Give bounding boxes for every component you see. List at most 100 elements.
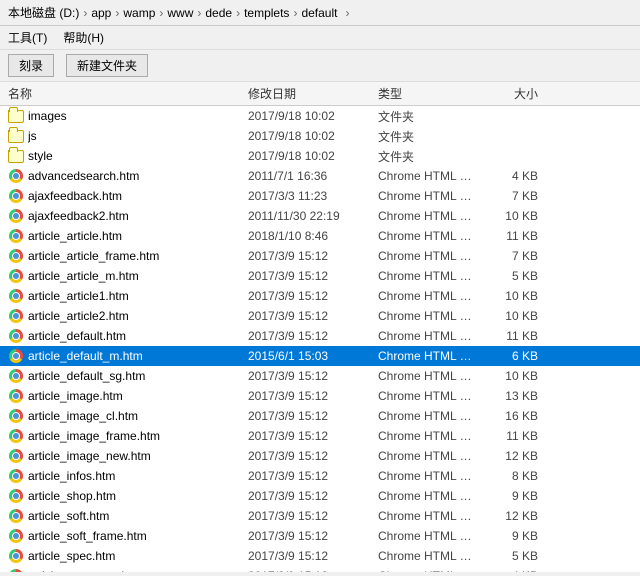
tools-menu[interactable]: 工具(T)	[8, 29, 47, 46]
file-size: 4 KB	[478, 169, 538, 183]
file-size: 5 KB	[478, 549, 538, 563]
file-name: article_soft_frame.htm	[28, 529, 248, 543]
table-row[interactable]: article_default_m.htm2015/6/1 15:03Chrom…	[0, 346, 640, 366]
path-segment: templets	[244, 6, 289, 20]
path-arrow: ›	[345, 6, 349, 20]
file-size: 8 KB	[478, 469, 538, 483]
file-name: article_article_m.htm	[28, 269, 248, 283]
path-segment: default	[301, 6, 337, 20]
file-size: 11 KB	[478, 429, 538, 443]
file-size: 10 KB	[478, 289, 538, 303]
file-date: 2017/3/9 15:12	[248, 529, 378, 543]
file-name: article_article_frame.htm	[28, 249, 248, 263]
path-segment: app	[91, 6, 111, 20]
file-size: 7 KB	[478, 249, 538, 263]
chrome-icon	[8, 468, 24, 484]
file-date: 2017/3/9 15:12	[248, 289, 378, 303]
file-size: 10 KB	[478, 369, 538, 383]
file-name: article_image_new.htm	[28, 449, 248, 463]
delete-button[interactable]: 刻录	[8, 54, 54, 77]
file-type: Chrome HTML D...	[378, 449, 478, 463]
col-header-name[interactable]: 名称	[8, 85, 248, 102]
col-header-size[interactable]: 大小	[478, 85, 538, 102]
path-segment: 本地磁盘 (D:)	[8, 4, 79, 21]
table-row[interactable]: article_article_frame.htm2017/3/9 15:12C…	[0, 246, 640, 266]
file-name: article_default_sg.htm	[28, 369, 248, 383]
file-name: article_article.htm	[28, 229, 248, 243]
table-row[interactable]: article_spec.htm2017/3/9 15:12Chrome HTM…	[0, 546, 640, 566]
file-type: Chrome HTML D...	[378, 429, 478, 443]
table-row[interactable]: article_image.htm2017/3/9 15:12Chrome HT…	[0, 386, 640, 406]
chrome-icon	[8, 268, 24, 284]
file-date: 2017/3/9 15:12	[248, 409, 378, 423]
table-row[interactable]: ajaxfeedback2.htm2011/11/30 22:19Chrome …	[0, 206, 640, 226]
file-name: article_article1.htm	[28, 289, 248, 303]
file-size: 7 KB	[478, 189, 538, 203]
file-type: Chrome HTML D...	[378, 189, 478, 203]
table-row[interactable]: ajaxfeedback.htm2017/3/3 11:23Chrome HTM…	[0, 186, 640, 206]
table-row[interactable]: article_default_sg.htm2017/3/9 15:12Chro…	[0, 366, 640, 386]
file-type: 文件夹	[378, 148, 478, 165]
file-date: 2017/3/9 15:12	[248, 489, 378, 503]
file-type: Chrome HTML D...	[378, 169, 478, 183]
file-date: 2017/3/9 15:12	[248, 309, 378, 323]
col-header-type[interactable]: 类型	[378, 85, 478, 102]
file-date: 2017/3/9 15:12	[248, 249, 378, 263]
table-row[interactable]: article_article_m.htm2017/3/9 15:12Chrom…	[0, 266, 640, 286]
address-bar: 本地磁盘 (D:) › app › wamp › www › dede › te…	[0, 0, 640, 26]
file-size: 4 KB	[478, 569, 538, 572]
chrome-icon	[8, 348, 24, 364]
chrome-icon	[8, 508, 24, 524]
file-type: Chrome HTML D...	[378, 469, 478, 483]
file-type: Chrome HTML D...	[378, 229, 478, 243]
table-row[interactable]: js2017/9/18 10:02文件夹	[0, 126, 640, 146]
table-row[interactable]: article_article.htm2018/1/10 8:46Chrome …	[0, 226, 640, 246]
chrome-icon	[8, 548, 24, 564]
table-row[interactable]: article_soft_frame.htm2017/3/9 15:12Chro…	[0, 526, 640, 546]
table-row[interactable]: article_article1.htm2017/3/9 15:12Chrome…	[0, 286, 640, 306]
table-row[interactable]: article_article2.htm2017/3/9 15:12Chrome…	[0, 306, 640, 326]
table-row[interactable]: article_image_new.htm2017/3/9 15:12Chrom…	[0, 446, 640, 466]
file-name: article_infos.htm	[28, 469, 248, 483]
path-sep: ›	[159, 6, 163, 20]
table-row[interactable]: article_soft.htm2017/3/9 15:12Chrome HTM…	[0, 506, 640, 526]
file-size: 9 KB	[478, 529, 538, 543]
table-row[interactable]: advancedsearch.htm2011/7/1 16:36Chrome H…	[0, 166, 640, 186]
table-row[interactable]: article_shop.htm2017/3/9 15:12Chrome HTM…	[0, 486, 640, 506]
table-row[interactable]: article_default.htm2017/3/9 15:12Chrome …	[0, 326, 640, 346]
chrome-icon	[8, 168, 24, 184]
chrome-icon	[8, 228, 24, 244]
file-type: Chrome HTML D...	[378, 309, 478, 323]
file-size: 10 KB	[478, 209, 538, 223]
file-type: Chrome HTML D...	[378, 569, 478, 572]
file-date: 2017/3/9 15:12	[248, 449, 378, 463]
folder-icon	[8, 108, 24, 124]
table-row[interactable]: images2017/9/18 10:02文件夹	[0, 106, 640, 126]
file-type: Chrome HTML D...	[378, 209, 478, 223]
file-date: 2017/3/9 15:12	[248, 389, 378, 403]
file-name: article_spec.htm	[28, 549, 248, 563]
file-name: article_article2.htm	[28, 309, 248, 323]
file-size: 13 KB	[478, 389, 538, 403]
col-header-date[interactable]: 修改日期	[248, 85, 378, 102]
table-row[interactable]: article_image_frame.htm2017/3/9 15:12Chr…	[0, 426, 640, 446]
table-row[interactable]: article_infos.htm2017/3/9 15:12Chrome HT…	[0, 466, 640, 486]
file-type: Chrome HTML D...	[378, 349, 478, 363]
chrome-icon	[8, 448, 24, 464]
chrome-icon	[8, 308, 24, 324]
table-row[interactable]: style2017/9/18 10:02文件夹	[0, 146, 640, 166]
help-menu[interactable]: 帮助(H)	[63, 29, 104, 46]
new-folder-button[interactable]: 新建文件夹	[66, 54, 148, 77]
file-type: Chrome HTML D...	[378, 329, 478, 343]
chrome-icon	[8, 188, 24, 204]
file-date: 2017/3/9 15:12	[248, 469, 378, 483]
path-segment: www	[167, 6, 193, 20]
table-row[interactable]: article_spec_test.htm2017/3/9 15:12Chrom…	[0, 566, 640, 572]
file-type: Chrome HTML D...	[378, 389, 478, 403]
file-size: 12 KB	[478, 509, 538, 523]
chrome-icon	[8, 408, 24, 424]
file-name: advancedsearch.htm	[28, 169, 248, 183]
file-date: 2015/6/1 15:03	[248, 349, 378, 363]
table-row[interactable]: article_image_cl.htm2017/3/9 15:12Chrome…	[0, 406, 640, 426]
chrome-icon	[8, 328, 24, 344]
